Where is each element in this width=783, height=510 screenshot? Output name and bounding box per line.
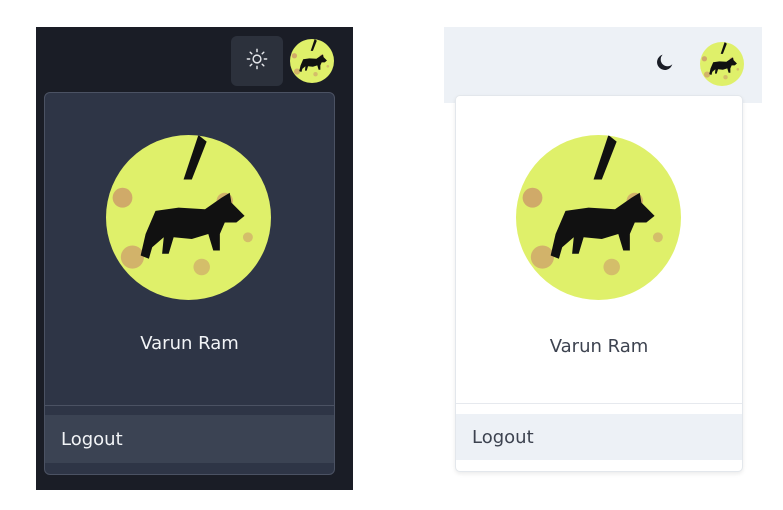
- avatar-large: [106, 135, 271, 300]
- user-dropdown-menu: Varun Ram Logout: [44, 92, 335, 475]
- moon-icon: [654, 51, 676, 77]
- divider: [45, 405, 334, 406]
- wolf-avatar-icon: [516, 135, 681, 300]
- logout-menu-item[interactable]: Logout: [456, 414, 742, 460]
- avatar-button[interactable]: [290, 39, 334, 83]
- wolf-avatar-icon: [106, 135, 271, 300]
- dark-topbar: [36, 27, 353, 101]
- logout-menu-item[interactable]: Logout: [45, 415, 334, 463]
- wolf-avatar-icon: [290, 39, 334, 83]
- dark-theme-panel: Varun Ram Logout: [36, 27, 353, 490]
- theme-toggle-button[interactable]: [231, 36, 283, 86]
- avatar-button[interactable]: [700, 42, 744, 86]
- user-dropdown-menu: Varun Ram Logout: [455, 95, 743, 472]
- user-name: Varun Ram: [140, 333, 239, 354]
- theme-toggle-button[interactable]: [653, 52, 677, 76]
- avatar-large: [516, 135, 681, 300]
- user-name: Varun Ram: [549, 336, 649, 357]
- wolf-avatar-icon: [700, 42, 744, 86]
- divider: [456, 403, 742, 404]
- sun-icon: [246, 48, 268, 74]
